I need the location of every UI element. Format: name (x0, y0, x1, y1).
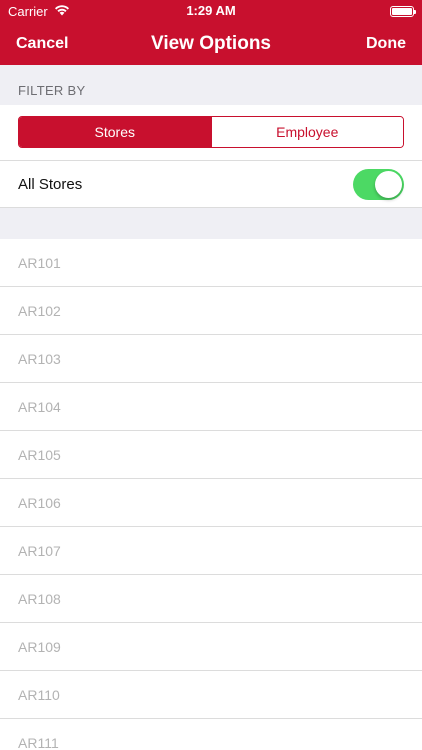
segment-stores[interactable]: Stores (19, 117, 211, 147)
store-list-item[interactable]: AR107 (0, 527, 422, 575)
store-list-item[interactable]: AR101 (0, 239, 422, 287)
battery-icon (390, 5, 416, 17)
toggle-knob (375, 170, 402, 198)
filter-section-header: FILTER BY (0, 65, 422, 105)
status-left: Carrier (8, 4, 70, 19)
store-list-item[interactable]: AR111 (0, 719, 422, 750)
store-list-item[interactable]: AR109 (0, 623, 422, 671)
carrier-label: Carrier (8, 3, 48, 19)
cancel-button[interactable]: Cancel (16, 35, 68, 53)
battery-level (392, 7, 412, 15)
store-list-item[interactable]: AR110 (0, 671, 422, 719)
store-list-item[interactable]: AR108 (0, 575, 422, 623)
filter-segment-row: Stores Employee (0, 105, 422, 161)
header: Carrier 1:29 AM Cancel View Options Done (0, 0, 422, 65)
done-button[interactable]: Done (366, 35, 406, 53)
store-list: AR101 AR102 AR103 AR104 AR105 AR106 AR107 AR108… (0, 239, 422, 750)
store-list-item[interactable]: AR104 (0, 383, 422, 431)
store-list-item[interactable]: AR105 (0, 431, 422, 479)
store-list-item[interactable]: AR102 (0, 287, 422, 335)
status-bar: Carrier 1:29 AM (0, 0, 422, 22)
store-list-item[interactable]: AR103 (0, 335, 422, 383)
all-stores-toggle[interactable] (353, 168, 404, 200)
wifi-icon (54, 4, 70, 19)
all-stores-label: All Stores (18, 175, 83, 193)
filter-segmented-control: Stores Employee (18, 116, 404, 148)
store-list-item[interactable]: AR106 (0, 479, 422, 527)
nav-bar: Cancel View Options Done (0, 22, 422, 65)
view-options-screen: Carrier 1:29 AM Cancel View Options Done… (0, 0, 422, 750)
segment-employee[interactable]: Employee (210, 117, 403, 147)
section-spacer (0, 208, 422, 239)
all-stores-row: All Stores (0, 161, 422, 208)
